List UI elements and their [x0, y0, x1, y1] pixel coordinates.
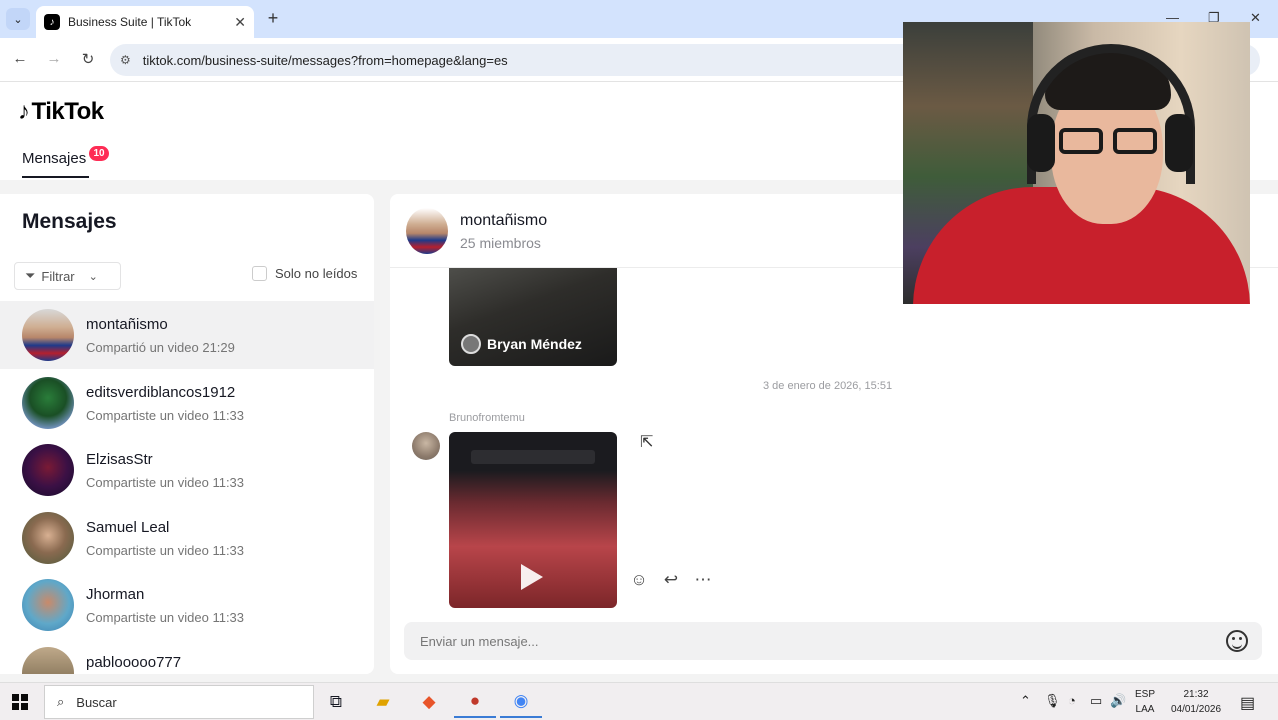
filter-label: Filtrar [41, 268, 75, 284]
file-explorer-icon[interactable]: ▰ [362, 686, 404, 718]
avatar [22, 511, 74, 564]
search-icon: ⌕ [57, 694, 65, 709]
inbox-panel: Mensajes ⏷ Filtrar ⌄ Solo no leídos mont… [0, 194, 374, 674]
url-text: tiktok.com/business-suite/messages?from=… [142, 52, 508, 68]
conversation-item[interactable]: pablooooo777 [0, 639, 374, 674]
message-actions: ☺ ↩ ⋯ [630, 570, 712, 590]
chevron-down-icon: ⌄ [88, 270, 98, 283]
headphone-ear-right [1165, 114, 1193, 172]
reply-icon[interactable]: ↩ [662, 570, 680, 590]
windows-start-icon[interactable] [12, 694, 28, 710]
chat-member-count: 25 miembros [460, 235, 541, 251]
video-author: Bryan Méndez [461, 334, 582, 354]
language-line1: ESP [1134, 689, 1155, 700]
message-input[interactable] [404, 622, 1204, 660]
webcam-overlay [903, 22, 1250, 304]
conversation-item[interactable]: Samuel Leal Compartiste un video 11:33 [0, 504, 374, 572]
avatar [22, 646, 74, 674]
notification-icon[interactable]: ▤ [1240, 693, 1255, 713]
active-tab-indicator [22, 176, 89, 178]
conversation-name: ElzisasStr [86, 451, 153, 468]
group-avatar[interactable] [406, 208, 448, 254]
avatar [22, 444, 74, 496]
conversation-preview: Compartiste un video 11:33 [86, 407, 245, 423]
shared-video-card[interactable]: Bryan Méndez [449, 268, 617, 366]
mouse-cursor-icon: ⇱ [640, 434, 654, 451]
new-tab-button[interactable]: + [262, 8, 284, 29]
message-sender: Brunofromtemu [449, 412, 525, 424]
task-view-icon[interactable]: ⧉ [315, 686, 357, 718]
tab-close-icon[interactable]: ✕ [234, 14, 246, 31]
clock-date: 04/01/2026 [1170, 704, 1222, 715]
tiktok-favicon-icon: ♪ [44, 14, 60, 30]
conversation-item[interactable]: ElzisasStr Compartiste un video 11:33 [0, 436, 374, 504]
headphone-ear-left [1027, 114, 1055, 172]
video-thumbnail-searchbar [471, 450, 595, 464]
conversation-preview: Compartiste un video 11:33 [86, 542, 245, 558]
reload-icon[interactable]: ↻ [78, 50, 98, 68]
sender-avatar[interactable] [412, 432, 440, 460]
tiktok-note-icon: ♪ [18, 98, 30, 125]
language-indicator[interactable]: ESP LAA [1134, 687, 1156, 717]
logo-text: TikTok [31, 98, 105, 125]
conversation-name: montañismo [86, 316, 168, 333]
conversation-preview: Compartiste un video 11:33 [86, 610, 245, 625]
more-options-icon[interactable]: ⋯ [694, 570, 712, 590]
conversation-name: pablooooo777 [86, 653, 182, 671]
clock-time: 21:32 [1183, 689, 1209, 700]
browser-tab-active[interactable]: ♪ Business Suite | TikTok ✕ [36, 6, 254, 38]
avatar [22, 579, 74, 631]
conversation-item[interactable]: montañismo Compartió un video 21:29 [0, 301, 374, 369]
unread-only-toggle[interactable]: Solo no leídos [252, 266, 357, 281]
language-line2: LAA [1135, 704, 1155, 715]
conversation-item[interactable]: editsverdiblancos1912 Compartiste un vid… [0, 369, 374, 437]
chrome-icon[interactable]: ◉ [500, 686, 542, 718]
conversation-name: Samuel Leal [86, 518, 170, 536]
tab-title: Business Suite | TikTok [68, 15, 192, 29]
inbox-title: Mensajes [22, 210, 117, 233]
date-separator-text: 3 de enero de 2026, 15:51 [763, 380, 893, 392]
react-emoji-icon[interactable]: ☺ [630, 570, 648, 590]
tab-search-button[interactable]: ⌄ [6, 8, 30, 30]
chevron-up-icon[interactable]: ⌃ [1020, 693, 1031, 709]
battery-icon[interactable]: ▭ [1090, 693, 1102, 709]
site-info-icon[interactable]: ⚙ [120, 53, 131, 67]
conversation-preview: Compartiste un video 11:33 [86, 475, 245, 490]
conversation-item[interactable]: Jhorman Compartiste un video 11:33 [0, 571, 374, 639]
window-close-icon[interactable]: ✕ [1250, 10, 1261, 26]
avatar [22, 376, 74, 429]
unread-checkbox[interactable] [252, 266, 267, 281]
clock[interactable]: 21:32 04/01/2026 [1166, 687, 1226, 717]
filter-dropdown[interactable]: ⏷ Filtrar ⌄ [14, 262, 121, 290]
tab-mensajes[interactable]: Mensajes [22, 150, 86, 167]
taskbar-search-placeholder: Buscar [76, 694, 117, 710]
conversation-name: Jhorman [86, 586, 145, 603]
chat-title: montañismo [460, 212, 548, 229]
author-avatar [461, 334, 481, 354]
emoji-picker-icon[interactable] [1226, 630, 1248, 652]
brave-browser-icon[interactable]: ◆ [408, 686, 450, 718]
messages-count-badge: 10 [89, 146, 109, 161]
video-author-name: Bryan Méndez [487, 336, 582, 352]
microphone-icon[interactable]: 🎙 [1044, 693, 1061, 709]
filter-funnel-icon: ⏷ [25, 268, 36, 283]
back-arrow-icon[interactable]: ← [10, 50, 30, 67]
conversation-list: montañismo Compartió un video 21:29 edit… [0, 301, 374, 674]
windows-taskbar: ⌕ Buscar ⧉ ▰ ◆ ● ◉ ⌃ 🎙 ◔ ▭ 🔊 ESP LAA 21:… [0, 682, 1278, 720]
forward-arrow-icon[interactable]: → [44, 50, 64, 67]
game-app-icon[interactable]: ● [454, 686, 496, 718]
conversation-preview: Compartió un video 21:29 [86, 340, 235, 355]
volume-icon[interactable]: 🔊 [1110, 693, 1126, 709]
play-icon[interactable] [521, 564, 543, 590]
conversation-name: editsverdiblancos1912 [86, 383, 236, 401]
taskbar-search[interactable]: ⌕ Buscar [44, 685, 314, 719]
shared-video-card[interactable] [449, 432, 617, 608]
avatar [22, 309, 74, 361]
wifi-icon[interactable]: ◔ [1068, 693, 1076, 708]
message-composer [404, 622, 1262, 660]
glasses [1059, 128, 1159, 154]
unread-label: Solo no leídos [275, 266, 358, 281]
tiktok-logo[interactable]: ♪ TikTok [18, 98, 104, 126]
